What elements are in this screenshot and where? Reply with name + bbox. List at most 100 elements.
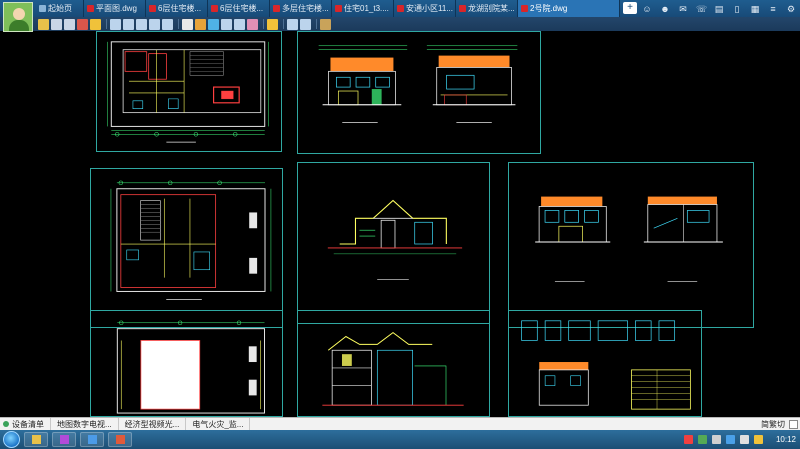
avatar-body: [9, 20, 29, 31]
maximize-icon[interactable]: [789, 420, 798, 429]
document-tab[interactable]: 经济型视频光...: [119, 417, 187, 431]
drawing-sheet[interactable]: [297, 31, 541, 154]
browser-tab[interactable]: 多层住宅楼...: [270, 0, 332, 17]
grid-icon[interactable]: ▦: [750, 4, 760, 14]
document-tab[interactable]: 电气火灾_监...: [186, 417, 251, 431]
tab-label: 起始页: [48, 4, 72, 13]
file-icon: [273, 5, 280, 12]
drawing-canvas[interactable]: [0, 31, 800, 417]
cad-viewer-window: 起始页 平面图.dwg 6层住宅楼... 6层住宅楼... 多层住宅楼... 住宅01_t…: [0, 0, 800, 449]
measure-icon[interactable]: [300, 18, 311, 30]
zoom-icon[interactable]: [136, 18, 147, 30]
tray-icon[interactable]: [725, 435, 735, 444]
tab-label: 2号院.dwg: [530, 4, 568, 13]
drawing-sheet[interactable]: [96, 31, 282, 152]
browser-tab[interactable]: 住宅01_t3....: [332, 0, 394, 17]
zoom-extents-icon[interactable]: [149, 18, 160, 30]
drawing-sheet[interactable]: [90, 168, 283, 328]
tab-label: 多层住宅楼...: [282, 4, 329, 13]
document-tab[interactable]: 设备清单: [0, 417, 51, 431]
lock-icon[interactable]: [90, 18, 101, 30]
tray-icon[interactable]: [683, 435, 693, 444]
toolbar-separator: [178, 19, 179, 29]
toolbar-icons: [38, 18, 333, 30]
tab-label: 平面图.dwg: [96, 4, 137, 13]
start-button[interactable]: [3, 431, 20, 448]
browser-tab[interactable]: 龙湖别院某...: [456, 0, 518, 17]
redo-icon[interactable]: [234, 18, 245, 30]
refresh-icon[interactable]: [110, 18, 121, 30]
mail-icon[interactable]: ✉: [678, 4, 688, 14]
pencil-icon[interactable]: [195, 18, 206, 30]
main-toolbar: [0, 17, 800, 31]
elevation-drawing: [535, 196, 723, 282]
browser-tab[interactable]: 起始页: [36, 0, 84, 17]
print-icon[interactable]: [64, 18, 75, 30]
tray-icon[interactable]: [697, 435, 707, 444]
pan-icon[interactable]: [162, 18, 173, 30]
layers-icon[interactable]: [267, 18, 278, 30]
drawing-sheet[interactable]: [297, 310, 490, 417]
gear-icon[interactable]: ⚙: [786, 4, 796, 14]
list-icon[interactable]: ≡: [768, 4, 778, 14]
document-list-bar: 设备清单 地图数字电视... 经济型视频光... 电气火灾_监... 简繁切: [0, 417, 800, 431]
clock[interactable]: 10:12: [776, 435, 796, 444]
tray-icon[interactable]: [739, 435, 749, 444]
font-toggle-label: 简繁切: [761, 420, 785, 429]
layout-icon[interactable]: [287, 18, 298, 30]
tray-icons: [683, 435, 763, 444]
browser-tab[interactable]: 6层住宅楼...: [146, 0, 208, 17]
tray-icon[interactable]: [711, 435, 721, 444]
explorer-app-icon[interactable]: [24, 432, 48, 447]
undo-icon[interactable]: [221, 18, 232, 30]
file-icon: [521, 5, 528, 12]
app-glyph: [59, 435, 69, 444]
title-tray: ☺ ☻ ✉ ☏ ▤ ▯ ▦ ≡ ⚙: [642, 0, 796, 17]
3d-icon[interactable]: [320, 18, 331, 30]
drawing-sheet[interactable]: [508, 162, 754, 328]
zoom-window-icon[interactable]: [123, 18, 134, 30]
cad-viewer-app-icon[interactable]: [108, 432, 132, 447]
file-icon: [149, 5, 156, 12]
new-tab-button[interactable]: +: [623, 2, 637, 14]
document-tab[interactable]: 地图数字电视...: [51, 417, 119, 431]
app-glyph: [115, 435, 125, 444]
user-avatar[interactable]: [3, 2, 33, 32]
floor-plan-drawing: [116, 320, 266, 414]
drawing-sheet[interactable]: [297, 162, 490, 324]
drawing-sheet[interactable]: [90, 310, 283, 417]
media-app-icon[interactable]: [52, 432, 76, 447]
file-icon: [87, 5, 94, 12]
open-folder-icon[interactable]: [38, 18, 49, 30]
people-icon[interactable]: ☺: [642, 4, 652, 14]
file-icon: [397, 5, 404, 12]
file-icon[interactable]: ▯: [732, 4, 742, 14]
photo-app-icon[interactable]: [80, 432, 104, 447]
browser-tab[interactable]: 2号院.dwg: [518, 0, 620, 17]
user-icon[interactable]: ☻: [660, 4, 670, 14]
drawing-sheet[interactable]: [508, 310, 702, 417]
tray-icon[interactable]: [753, 435, 763, 444]
taskbar-apps: [20, 432, 132, 447]
browser-tab[interactable]: 6层住宅楼...: [208, 0, 270, 17]
tab-label: 6层住宅楼...: [158, 4, 202, 13]
toolbar-separator: [106, 19, 107, 29]
erase-icon[interactable]: [247, 18, 258, 30]
browser-tab[interactable]: 平面图.dwg: [84, 0, 146, 17]
marker-icon[interactable]: [208, 18, 219, 30]
taskbar: 10:12: [0, 430, 800, 449]
bottom-tabs: 设备清单 地图数字电视... 经济型视频光... 电气火灾_监...: [0, 417, 251, 431]
browser-tab[interactable]: 安通小区11...: [394, 0, 456, 17]
toolbar-separator: [316, 19, 317, 29]
section-drawing: [322, 331, 464, 406]
file-icon: [335, 5, 342, 12]
text-icon[interactable]: [182, 18, 193, 30]
elevation-drawing: [318, 45, 518, 123]
tab-label: 安通小区11...: [406, 4, 453, 13]
avatar-head: [13, 8, 25, 20]
chat-icon[interactable]: ▤: [714, 4, 724, 14]
save-icon[interactable]: [51, 18, 62, 30]
app-glyph: [31, 435, 41, 444]
export-icon[interactable]: [77, 18, 88, 30]
phone-icon[interactable]: ☏: [696, 4, 707, 14]
